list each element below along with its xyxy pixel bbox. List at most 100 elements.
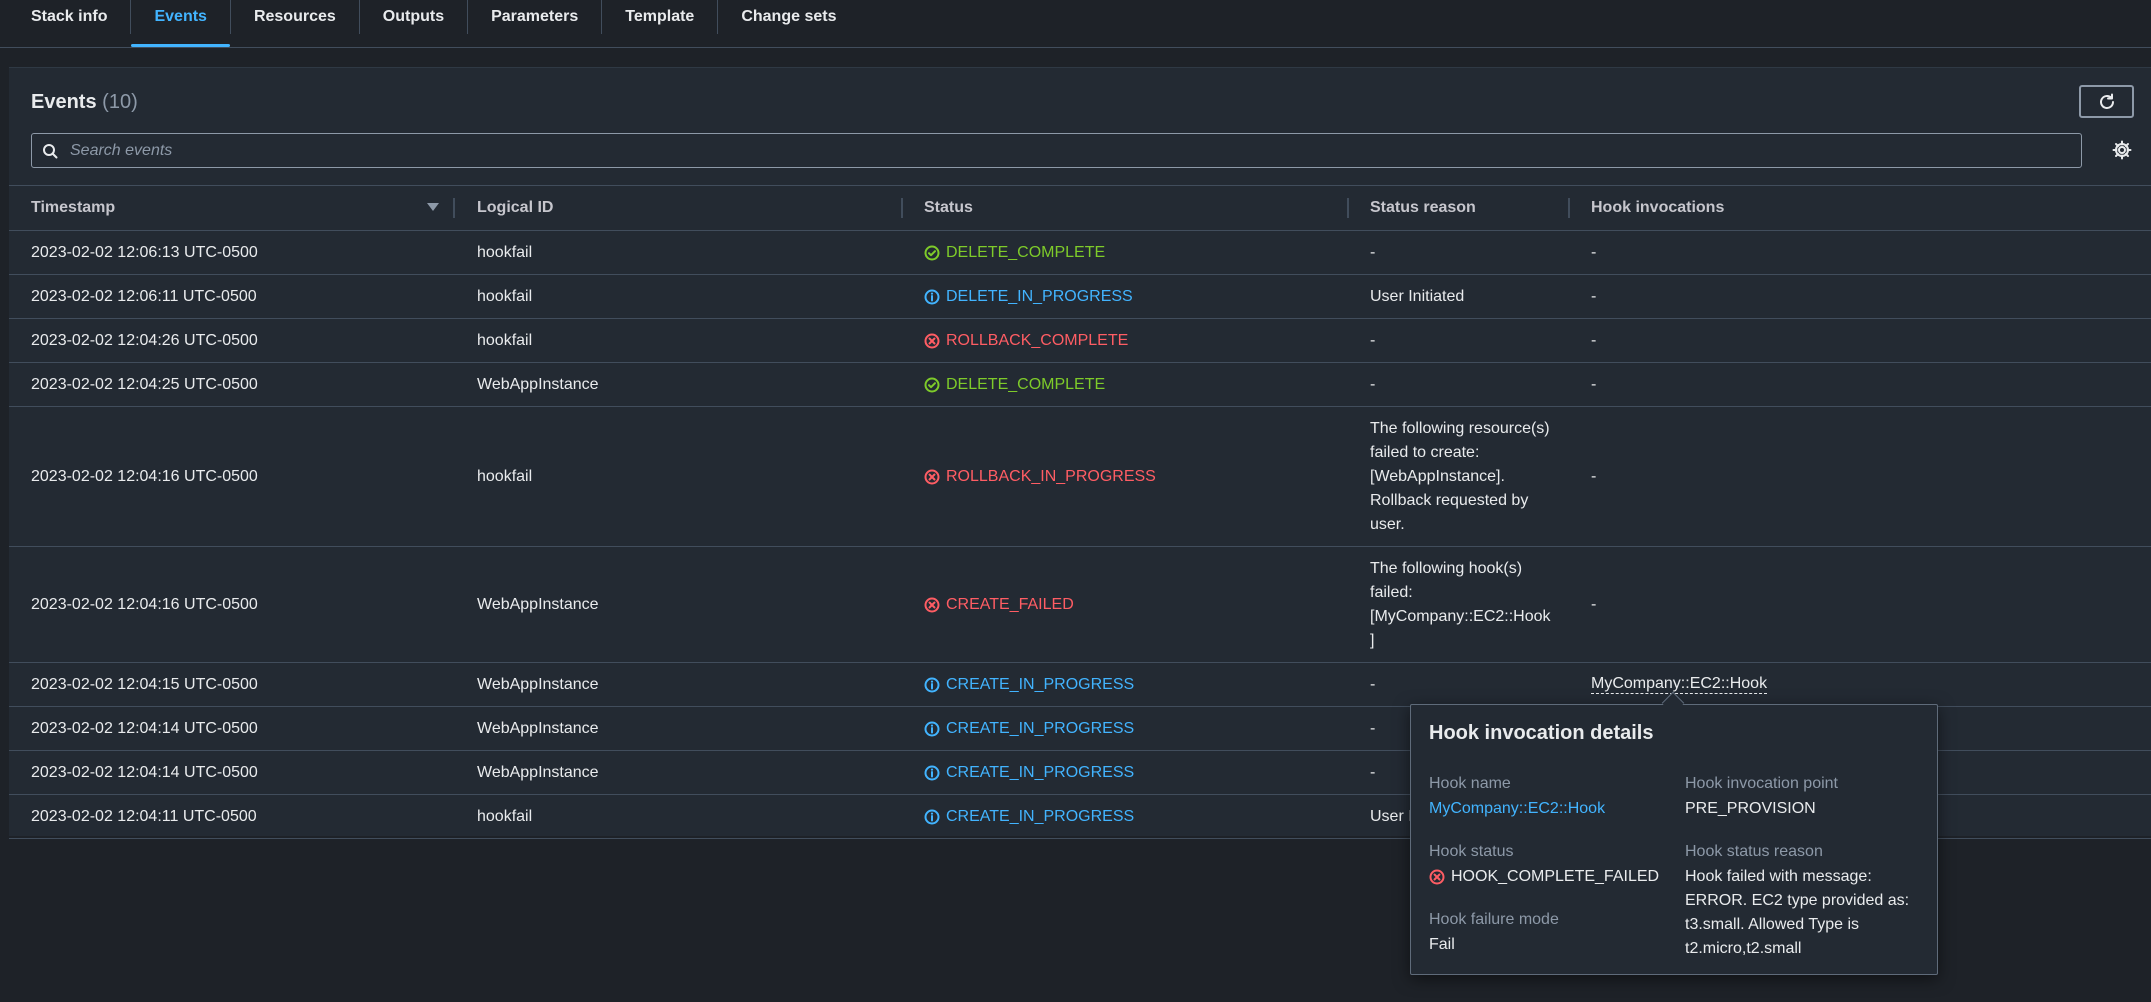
status-text: CREATE_FAILED	[946, 595, 1074, 613]
status-reason-cell: -	[1370, 675, 1376, 693]
table-row: 2023-02-02 12:04:16 UTC-0500 WebAppInstan…	[9, 547, 2151, 663]
hook-invocation-value: -	[1591, 243, 1597, 261]
status-text: ROLLBACK_COMPLETE	[946, 331, 1129, 349]
hook-status-value: HOOK_COMPLETE_FAILED	[1429, 865, 1659, 889]
hook-name-link[interactable]: MyCompany::EC2::Hook	[1429, 797, 1605, 821]
tab-parameters[interactable]: Parameters	[468, 0, 601, 34]
table-row: 2023-02-02 12:06:13 UTC-0500 hookfail DELE…	[9, 231, 2151, 275]
hook-invocations-cell: -	[1591, 407, 1596, 546]
info-icon	[924, 289, 946, 305]
hook-invocation-value: -	[1591, 331, 1597, 349]
tab-outputs[interactable]: Outputs	[360, 0, 467, 34]
timestamp-cell: 2023-02-02 12:04:11 UTC-0500	[31, 807, 257, 825]
timestamp-cell: 2023-02-02 12:04:26 UTC-0500	[31, 331, 258, 349]
hook-invocation-value: -	[1591, 467, 1597, 485]
hook-invocations-cell: -	[1591, 319, 1596, 362]
column-header-timestamp[interactable]: Timestamp	[31, 186, 115, 230]
table-header: Timestamp Logical ID Status Status reaso…	[9, 185, 2151, 231]
error-icon	[924, 469, 946, 485]
error-icon	[1429, 869, 1445, 885]
success-icon	[924, 377, 946, 393]
logical-id-cell: WebAppInstance	[477, 763, 599, 781]
status-text: ROLLBACK_IN_PROGRESS	[946, 467, 1156, 485]
logical-id-cell: WebAppInstance	[477, 375, 599, 393]
status-reason-cell: -	[1370, 331, 1376, 349]
hook-invocation-value: -	[1591, 287, 1597, 305]
refresh-icon	[2099, 93, 2114, 109]
logical-id-cell: hookfail	[477, 287, 533, 305]
timestamp-cell: 2023-02-02 12:06:11 UTC-0500	[31, 287, 257, 305]
failure-mode-label: Hook failure mode	[1429, 911, 1559, 928]
status-text: DELETE_COMPLETE	[946, 243, 1106, 261]
status-reason-cell: The following hook(s) failed: [MyCompany…	[1370, 559, 1551, 649]
hook-invocation-value: -	[1591, 375, 1597, 393]
info-icon	[924, 765, 946, 781]
logical-id-cell: hookfail	[477, 467, 533, 485]
column-header-status[interactable]: Status	[924, 186, 973, 230]
info-icon	[924, 677, 946, 693]
info-icon	[924, 809, 946, 825]
status-reason-label: Hook status reason	[1685, 843, 1823, 860]
timestamp-cell: 2023-02-02 12:04:14 UTC-0500	[31, 719, 258, 737]
logical-id-cell: WebAppInstance	[477, 595, 599, 613]
tab-resources[interactable]: Resources	[231, 0, 359, 34]
hook-invocations-cell: -	[1591, 363, 1596, 406]
status-text: DELETE_COMPLETE	[946, 375, 1106, 393]
tab-bar: Stack info Events Resources Outputs Paramete…	[0, 0, 2151, 48]
hook-invocation-popover: Hook invocation details Hook name MyComp…	[1410, 704, 1938, 975]
logical-id-cell: hookfail	[477, 243, 533, 261]
logical-id-cell: WebAppInstance	[477, 719, 599, 737]
hook-invocation-link[interactable]: MyCompany::EC2::Hook	[1591, 675, 1768, 694]
logical-id-cell: hookfail	[477, 807, 533, 825]
column-header-hook-invocations[interactable]: Hook invocations	[1591, 186, 1724, 230]
tab-events[interactable]: Events	[131, 0, 231, 47]
status-cell: CREATE_IN_PROGRESS	[924, 795, 1134, 838]
search-input[interactable]	[60, 141, 2081, 160]
tab-stack-info[interactable]: Stack info	[8, 0, 130, 34]
tab-divider	[0, 47, 2151, 48]
status-cell: DELETE_COMPLETE	[924, 363, 1105, 406]
table-row: 2023-02-02 12:04:16 UTC-0500 hookfail ROLL…	[9, 407, 2151, 547]
status-cell: CREATE_IN_PROGRESS	[924, 707, 1134, 750]
column-header-status-reason[interactable]: Status reason	[1370, 186, 1476, 230]
column-header-logical-id[interactable]: Logical ID	[477, 186, 553, 230]
gear-icon[interactable]	[2111, 139, 2133, 161]
timestamp-cell: 2023-02-02 12:04:14 UTC-0500	[31, 763, 258, 781]
status-cell: DELETE_COMPLETE	[924, 231, 1105, 274]
logical-id-cell: hookfail	[477, 331, 533, 349]
info-icon	[924, 721, 946, 737]
status-cell: CREATE_IN_PROGRESS	[924, 663, 1134, 706]
logical-id-cell: WebAppInstance	[477, 675, 599, 693]
hook-name-label: Hook name	[1429, 775, 1511, 792]
status-cell: ROLLBACK_IN_PROGRESS	[924, 407, 1156, 546]
table-row: 2023-02-02 12:06:11 UTC-0500 hookfail DELE…	[9, 275, 2151, 319]
status-cell: CREATE_IN_PROGRESS	[924, 751, 1134, 794]
tab-change-sets[interactable]: Change sets	[718, 0, 859, 34]
status-text: DELETE_IN_PROGRESS	[946, 287, 1133, 305]
status-reason-value: Hook failed with message: ERROR. EC2 typ…	[1685, 868, 1910, 957]
status-cell: DELETE_IN_PROGRESS	[924, 275, 1133, 318]
status-cell: ROLLBACK_COMPLETE	[924, 319, 1128, 362]
table-row: 2023-02-02 12:04:26 UTC-0500 hookfail ROLL…	[9, 319, 2151, 363]
success-icon	[924, 245, 946, 261]
error-icon	[924, 333, 946, 349]
hook-invocation-value: -	[1591, 595, 1597, 613]
status-text: CREATE_IN_PROGRESS	[946, 807, 1135, 825]
events-title: Events	[31, 91, 97, 113]
tab-template[interactable]: Template	[602, 0, 717, 34]
refresh-button[interactable]	[2079, 85, 2134, 118]
status-reason-cell: -	[1370, 243, 1376, 261]
status-text: CREATE_IN_PROGRESS	[946, 675, 1135, 693]
table-row: 2023-02-02 12:04:15 UTC-0500 WebAppInstan…	[9, 663, 2151, 707]
invocation-point-label: Hook invocation point	[1685, 775, 1838, 792]
status-text: CREATE_IN_PROGRESS	[946, 719, 1135, 737]
sort-descending-icon[interactable]	[427, 203, 439, 211]
status-cell: CREATE_FAILED	[924, 547, 1074, 662]
hook-status-label: Hook status	[1429, 843, 1514, 860]
hook-invocations-cell: -	[1591, 275, 1596, 318]
search-events-field	[31, 133, 2082, 168]
timestamp-cell: 2023-02-02 12:06:13 UTC-0500	[31, 243, 258, 261]
timestamp-cell: 2023-02-02 12:04:16 UTC-0500	[31, 467, 258, 485]
hook-invocations-cell: -	[1591, 231, 1596, 274]
hook-invocations-cell: -	[1591, 547, 1596, 662]
